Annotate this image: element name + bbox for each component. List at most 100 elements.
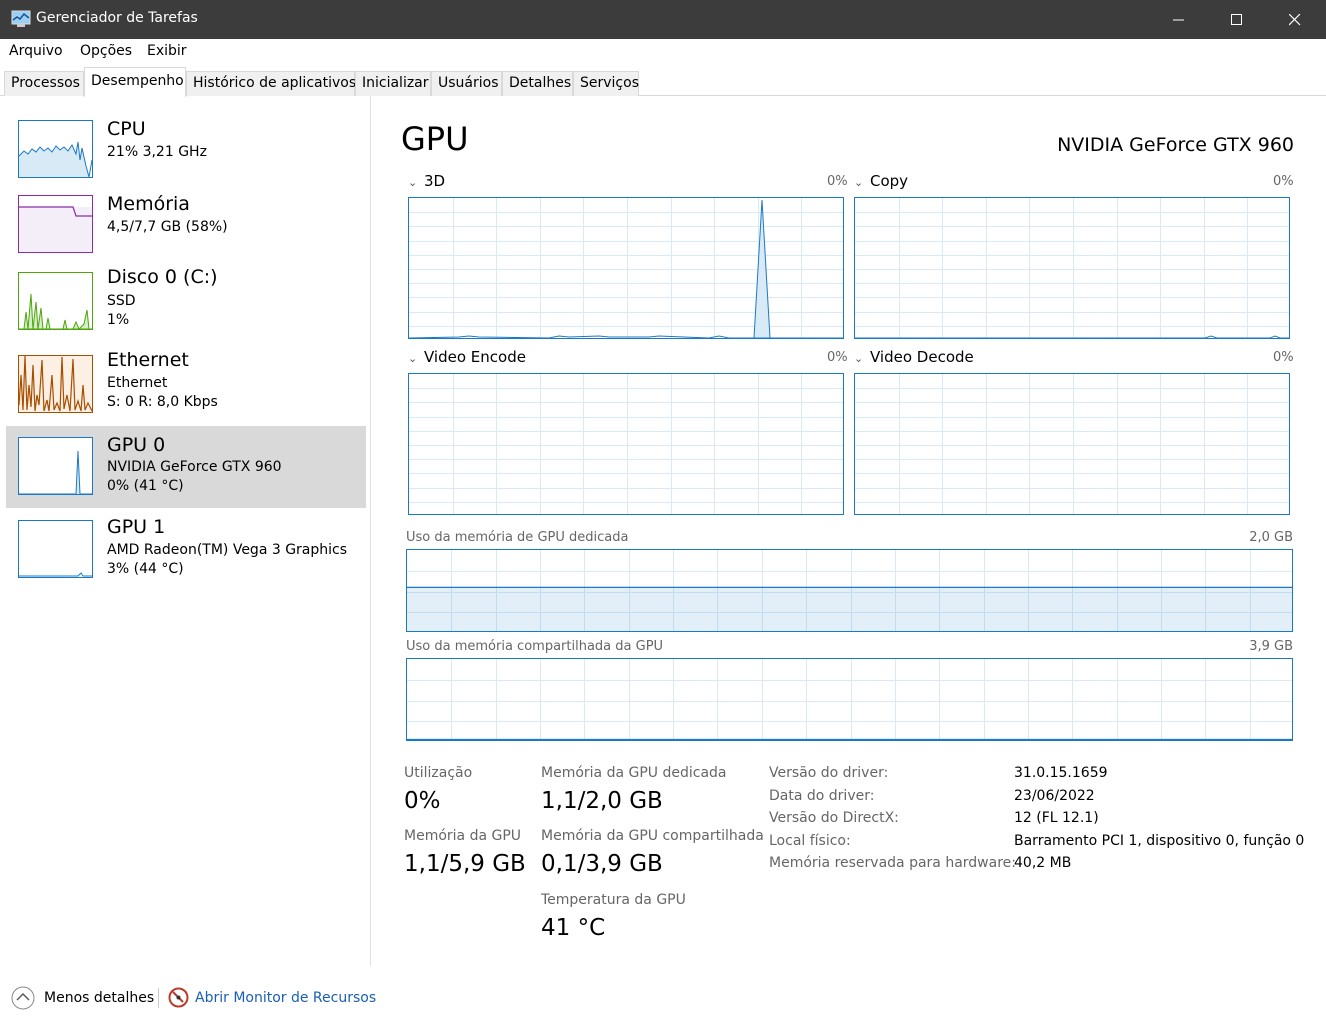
sidebar-ethernet-throughput: S: 0 R: 8,0 Kbps [107,394,218,410]
engine-selector-copy[interactable]: ⌄ Copy [854,172,908,190]
memory-fill-area [407,587,1292,631]
info-driver-date-label: Data do driver: [769,788,875,804]
title-bar: Gerenciador de Tarefas [0,0,1326,39]
info-driver-version-value: 31.0.15.1659 [1014,765,1108,781]
sidebar-cpu-title: CPU [107,118,146,140]
chevron-down-icon: ⌄ [854,176,864,189]
sidebar-gpu0-usage: 0% (41 °C) [107,478,184,494]
sidebar-ethernet-title: Ethernet [107,349,189,371]
dedicated-memory-fill [407,586,1292,631]
shared-memory-label: Uso da memória compartilhada da GPU [406,639,664,654]
graph-video-encode [408,373,844,515]
stat-utilizacao-value: 0% [404,788,441,814]
sidebar-gpu1-usage: 3% (44 °C) [107,561,184,577]
memory-thumbnail [18,195,93,253]
engine-3d-pct: 0% [827,174,848,189]
info-directx-value: 12 (FL 12.1) [1014,810,1099,826]
chevron-down-icon: ⌄ [408,352,418,365]
stat-temp-label: Temperatura da GPU [541,892,686,908]
tab-processos[interactable]: Processos [4,71,84,96]
dedicated-memory-max: 2,0 GB [1249,530,1293,545]
info-driver-version-label: Versão do driver: [769,765,889,781]
sidebar-item-gpu0[interactable]: GPU 0 NVIDIA GeForce GTX 960 0% (41 °C) [6,426,366,508]
sidebar-gpu0-title: GPU 0 [107,434,166,456]
sidebar-gpu0-model: NVIDIA GeForce GTX 960 [107,459,282,475]
info-location-label: Local físico: [769,833,851,849]
open-resource-monitor-link[interactable]: Abrir Monitor de Recursos [195,990,376,1006]
page-title: GPU [401,120,469,158]
stat-temp-value: 41 °C [541,915,606,941]
tab-desempenho[interactable]: Desempenho [84,67,186,97]
stat-dedicada-value: 1,1/2,0 GB [541,788,663,814]
stat-utilizacao-label: Utilização [404,765,473,781]
info-reserved-label: Memória reservada para hardware: [769,855,1016,871]
chevron-down-icon: ⌄ [854,352,864,365]
sidebar-memoria-usage: 4,5/7,7 GB (58%) [107,219,228,235]
sidebar-disco-type: SSD [107,293,136,309]
footer-separator [158,988,159,1008]
chevron-down-icon: ⌄ [408,176,418,189]
minimize-button[interactable] [1150,0,1208,39]
graph-3d [408,197,844,339]
sidebar-ethernet-adapter: Ethernet [107,375,168,391]
close-button[interactable] [1266,0,1324,39]
minimize-icon [1173,19,1184,21]
cpu-thumbnail [18,120,93,178]
tab-strip: Processos Desempenho Histórico de aplica… [0,65,1326,97]
shared-memory-fill [407,738,1292,740]
maximize-button[interactable] [1208,0,1266,39]
stat-dedicada-label: Memória da GPU dedicada [541,765,727,781]
engine-decode-label: Video Decode [870,348,974,366]
tab-inicializar[interactable]: Inicializar [355,71,431,96]
shared-memory-max: 3,9 GB [1249,639,1293,654]
menu-opcoes[interactable]: Opções [80,43,132,59]
dedicated-memory-label: Uso da memória de GPU dedicada [406,530,629,545]
footer: Menos detalhes Abrir Monitor de Recursos [0,966,1326,1030]
sidebar-item-gpu1[interactable]: GPU 1 AMD Radeon(TM) Vega 3 Graphics 3% … [6,510,366,592]
graph-shared-memory [406,658,1293,741]
tab-detalhes[interactable]: Detalhes [502,71,573,96]
engine-copy-label: Copy [870,172,909,190]
engine-encode-label: Video Encode [424,348,526,366]
stat-compartilhada-value: 0,1/3,9 GB [541,851,663,877]
sidebar-item-memoria[interactable]: Memória 4,5/7,7 GB (58%) [6,189,366,271]
stat-compartilhada-label: Memória da GPU compartilhada [541,828,764,844]
engine-selector-video-encode[interactable]: ⌄ Video Encode [408,348,526,366]
trace-3d [409,199,843,338]
less-details-button[interactable]: Menos detalhes [44,990,154,1006]
engine-encode-pct: 0% [827,350,848,365]
info-location-value: Barramento PCI 1, dispositivo 0, função … [1014,833,1305,849]
sidebar-cpu-usage: 21% 3,21 GHz [107,144,207,160]
maximize-icon [1231,14,1242,25]
engine-copy-pct: 0% [1273,174,1294,189]
tab-historico[interactable]: Histórico de aplicativos [186,71,356,96]
info-directx-label: Versão do DirectX: [769,810,899,826]
sidebar-item-disco[interactable]: Disco 0 (C:) SSD 1% [6,264,366,346]
info-driver-date-value: 23/06/2022 [1014,788,1095,804]
engine-selector-3d[interactable]: ⌄ 3D [408,172,445,190]
engine-selector-video-decode[interactable]: ⌄ Video Decode [854,348,974,366]
gpu0-thumbnail [18,437,93,495]
chevron-up-circle-icon[interactable] [11,986,35,1010]
engine-decode-pct: 0% [1273,350,1294,365]
graph-dedicated-memory [406,549,1293,632]
window-title: Gerenciador de Tarefas [36,10,198,26]
stat-mem-gpu-value: 1,1/5,9 GB [404,851,526,877]
stat-mem-gpu-label: Memória da GPU [404,828,522,844]
engine-3d-label: 3D [424,172,446,190]
sidebar-disco-usage: 1% [107,312,130,328]
sidebar-item-cpu[interactable]: CPU 21% 3,21 GHz [6,114,366,196]
disk-thumbnail [18,272,93,330]
tab-usuarios[interactable]: Usuários [431,71,502,96]
trace-copy [855,335,1289,338]
info-reserved-value: 40,2 MB [1014,855,1072,871]
sidebar-item-ethernet[interactable]: Ethernet Ethernet S: 0 R: 8,0 Kbps [6,346,366,428]
menu-exibir[interactable]: Exibir [147,43,187,59]
sidebar-gpu1-title: GPU 1 [107,516,166,538]
tab-servicos[interactable]: Serviços [573,71,639,96]
grid-encode [409,374,843,514]
resource-monitor-icon [168,987,189,1008]
ethernet-thumbnail [18,355,93,413]
task-manager-icon [11,10,31,27]
menu-arquivo[interactable]: Arquivo [9,43,63,59]
